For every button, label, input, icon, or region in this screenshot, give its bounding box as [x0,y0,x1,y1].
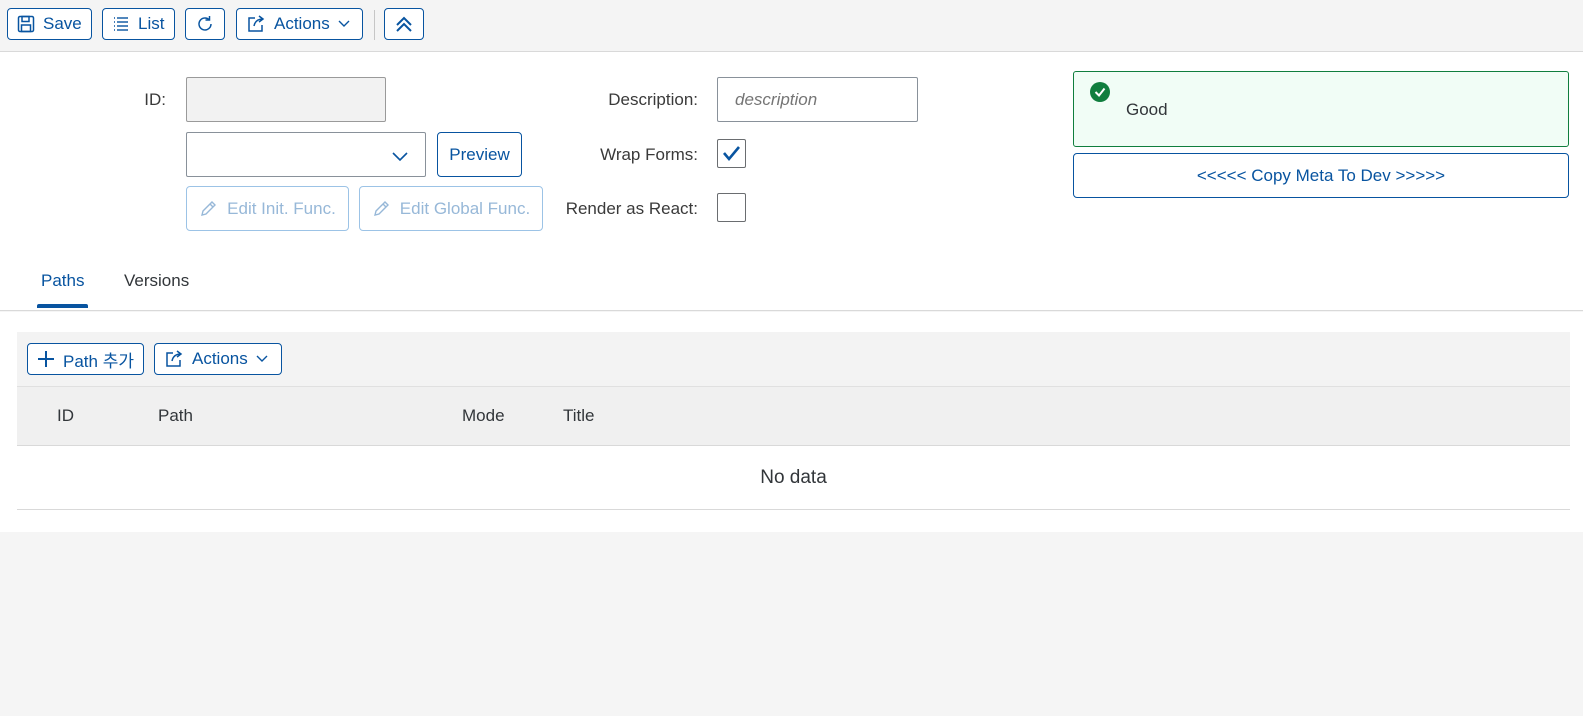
edit-global-func-label: Edit Global Func. [399,198,531,218]
preview-label: Preview [449,144,510,164]
refresh-button[interactable] [185,8,225,40]
chevron-down-icon [392,152,408,162]
chevron-down-icon [338,20,350,27]
wrap-forms-label: Wrap Forms: [600,145,698,164]
table-empty-message: No data [17,446,1570,510]
status-message-strip: Good [1073,71,1569,147]
tab-versions[interactable]: Versions [124,271,189,291]
list-button[interactable]: List [102,8,175,40]
description-placeholder: description [735,90,818,109]
save-icon [17,15,35,33]
save-label: Save [43,14,82,33]
status-message-text: Good [1126,100,1168,119]
table-toolbar: Path 추가 Actions [17,332,1570,386]
edit-init-func-label: Edit Init. Func. [227,198,336,218]
render-react-checkbox[interactable] [717,193,746,222]
copy-meta-label: <<<<< Copy Meta To Dev >>>>> [1196,165,1446,185]
type-select[interactable] [186,132,426,177]
save-button[interactable]: Save [7,8,92,40]
collapse-header-button[interactable] [384,8,424,40]
tab-paths[interactable]: Paths [41,271,84,291]
success-icon [1090,82,1110,102]
column-header-title[interactable]: Title [563,406,595,426]
share-icon [248,15,265,32]
add-path-label: Path 추가 [63,351,134,371]
render-react-label: Render as React: [565,199,698,218]
table-actions-button[interactable]: Actions [154,343,282,375]
collapse-up-icon [396,16,412,32]
wrap-forms-checkbox[interactable] [717,139,746,168]
tab-versions-label: Versions [124,271,190,290]
table-header: ID Path Mode Title [17,386,1570,446]
no-data-text: No data [760,466,827,488]
column-header-id[interactable]: ID [57,406,74,426]
actions-button[interactable]: Actions [236,8,363,40]
actions-label: Actions [274,14,330,33]
add-path-button[interactable]: Path 추가 [27,343,144,375]
id-field [186,77,386,122]
pencil-icon [201,200,217,216]
share-icon [166,350,183,367]
paths-panel: Path 추가 Actions ID Path Mode Title No da… [0,312,1583,532]
column-header-mode[interactable]: Mode [462,406,505,426]
list-label: List [138,14,165,33]
chevron-down-icon [256,355,268,362]
column-header-path[interactable]: Path [158,406,193,426]
checkmark-icon [723,146,740,162]
refresh-icon [198,16,212,31]
add-icon [38,351,54,367]
edit-global-func-button: Edit Global Func. [359,186,543,231]
id-label: ID: [144,90,166,109]
object-header: ID: Preview Edit Init. Func. Edit Global… [0,52,1583,311]
description-label: Description: [608,90,698,109]
table-actions-label: Actions [192,349,248,368]
top-toolbar: Save List Actions [0,0,1583,52]
copy-meta-to-dev-button[interactable]: <<<<< Copy Meta To Dev >>>>> [1073,153,1569,198]
pencil-icon [373,200,389,216]
edit-init-func-button: Edit Init. Func. [186,186,349,231]
preview-button[interactable]: Preview [437,132,522,177]
toolbar-separator [374,10,375,40]
list-icon [114,17,128,31]
active-tab-indicator [37,304,88,308]
tab-paths-label: Paths [41,271,85,290]
description-input[interactable]: description [717,77,918,122]
